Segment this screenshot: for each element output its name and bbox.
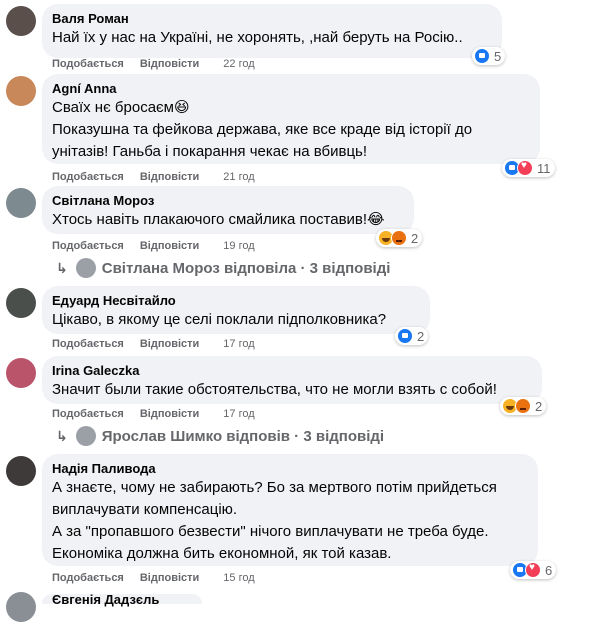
comment-bubble: Світлана Мороз Хтось навіть плакаючого с… bbox=[42, 186, 414, 234]
view-replies-link[interactable]: ↳ Ярослав Шимко відповів · 3 відповіді bbox=[56, 426, 384, 446]
angry-icon bbox=[391, 230, 407, 246]
reply-arrow-icon: ↳ bbox=[56, 259, 68, 276]
comment-actions: Подобається Відповісти 15 год bbox=[52, 572, 271, 584]
reaction-count: 2 bbox=[411, 230, 419, 246]
avatar[interactable] bbox=[6, 6, 36, 36]
comment-bubble: Agní Anna Сваїх нє бросаєм😆 Показушна та… bbox=[42, 74, 540, 164]
reaction-summary[interactable]: 2 bbox=[500, 397, 547, 415]
avatar[interactable] bbox=[6, 456, 36, 486]
comment-actions: Подобається Відповісти 21 год bbox=[52, 171, 271, 183]
like-button[interactable]: Подобається bbox=[52, 240, 124, 252]
reply-avatar bbox=[75, 426, 96, 446]
comment-actions: Подобається Відповісти 22 год bbox=[52, 58, 271, 70]
comment-time[interactable]: 21 год bbox=[223, 171, 254, 183]
avatar[interactable] bbox=[6, 288, 36, 318]
like-button[interactable]: Подобається bbox=[52, 572, 124, 584]
comment-bubble: Валя Роман Най їх у нас на Україні, не х… bbox=[42, 4, 502, 58]
comment-bubble: Irina Galeczka Значит были такие обстоят… bbox=[42, 356, 542, 404]
like-icon bbox=[397, 328, 413, 344]
comment-time[interactable]: 15 год bbox=[223, 572, 254, 584]
comment-text: Значит были такие обстоятельства, что не… bbox=[52, 381, 497, 398]
comment-time[interactable]: 17 год bbox=[223, 408, 254, 420]
comment-text: Най їх у нас на Україні, не хоронять, ,н… bbox=[52, 29, 463, 46]
replies-label: Світлана Мороз відповіла · 3 відповіді bbox=[101, 259, 391, 277]
reaction-count: 11 bbox=[537, 160, 551, 176]
comment-text: Цікаво, в якому це селі поклали підполко… bbox=[52, 311, 387, 328]
like-button[interactable]: Подобається bbox=[52, 408, 124, 420]
reaction-summary[interactable]: 2 bbox=[376, 229, 423, 247]
reaction-summary[interactable]: 5 bbox=[472, 47, 506, 65]
comment-actions: Подобається Відповісти 19 год bbox=[52, 240, 271, 252]
comment-text: Сваїх нє бросаєм😆 Показушна та фейкова д… bbox=[52, 99, 473, 160]
love-icon bbox=[525, 562, 541, 578]
reaction-count: 2 bbox=[535, 398, 543, 414]
comment-author[interactable]: Irina Galeczka bbox=[52, 363, 530, 379]
comment-author[interactable]: Едуард Несвітайло bbox=[52, 293, 418, 309]
like-button[interactable]: Подобається bbox=[52, 171, 124, 183]
reply-button[interactable]: Відповісти bbox=[140, 338, 199, 350]
reply-avatar bbox=[75, 258, 96, 278]
reply-button[interactable]: Відповісти bbox=[140, 408, 199, 420]
comment-text: Хтось навіть плакаючого смайлика постави… bbox=[52, 211, 385, 228]
love-icon bbox=[517, 160, 533, 176]
comment-author[interactable]: Agní Anna bbox=[52, 81, 528, 97]
reaction-count: 5 bbox=[494, 48, 502, 64]
reaction-count: 2 bbox=[417, 328, 425, 344]
angry-icon bbox=[515, 398, 531, 414]
reply-button[interactable]: Відповісти bbox=[140, 171, 199, 183]
reply-arrow-icon: ↳ bbox=[56, 427, 68, 444]
comment-author[interactable]: Світлана Мороз bbox=[52, 193, 402, 209]
comment-time[interactable]: 22 год bbox=[223, 58, 254, 70]
comment-time[interactable]: 17 год bbox=[223, 338, 254, 350]
reply-button[interactable]: Відповісти bbox=[140, 240, 199, 252]
avatar[interactable] bbox=[6, 188, 36, 218]
avatar[interactable] bbox=[6, 76, 36, 106]
comment-actions: Подобається Відповісти 17 год bbox=[52, 338, 271, 350]
avatar[interactable] bbox=[6, 358, 36, 388]
comment-author[interactable]: Валя Роман bbox=[52, 11, 490, 27]
reply-button[interactable]: Відповісти bbox=[140, 58, 199, 70]
reply-button[interactable]: Відповісти bbox=[140, 572, 199, 584]
comment-bubble: Надія Паливода А знаєте, чому не забираю… bbox=[42, 454, 538, 566]
reaction-summary[interactable]: 6 bbox=[510, 561, 557, 579]
replies-label: Ярослав Шимко відповів · 3 відповіді bbox=[101, 427, 385, 445]
comment-text: А знаєте, чому не забирають? Бо за мертв… bbox=[52, 479, 497, 562]
comment-author[interactable]: Надія Паливода bbox=[52, 461, 526, 477]
view-replies-link[interactable]: ↳ Світлана Мороз відповіла · 3 відповіді bbox=[56, 258, 390, 278]
comment-time[interactable]: 19 год bbox=[223, 240, 254, 252]
like-button[interactable]: Подобається bbox=[52, 338, 124, 350]
comment-bubble: Едуард Несвітайло Цікаво, в якому це сел… bbox=[42, 286, 430, 334]
comment-actions: Подобається Відповісти 17 год bbox=[52, 408, 271, 420]
reaction-summary[interactable]: 2 bbox=[395, 327, 429, 345]
like-button[interactable]: Подобається bbox=[52, 58, 124, 70]
like-icon bbox=[474, 48, 490, 64]
avatar[interactable] bbox=[6, 592, 36, 622]
reaction-count: 6 bbox=[545, 562, 553, 578]
reaction-summary[interactable]: 11 bbox=[502, 159, 555, 177]
